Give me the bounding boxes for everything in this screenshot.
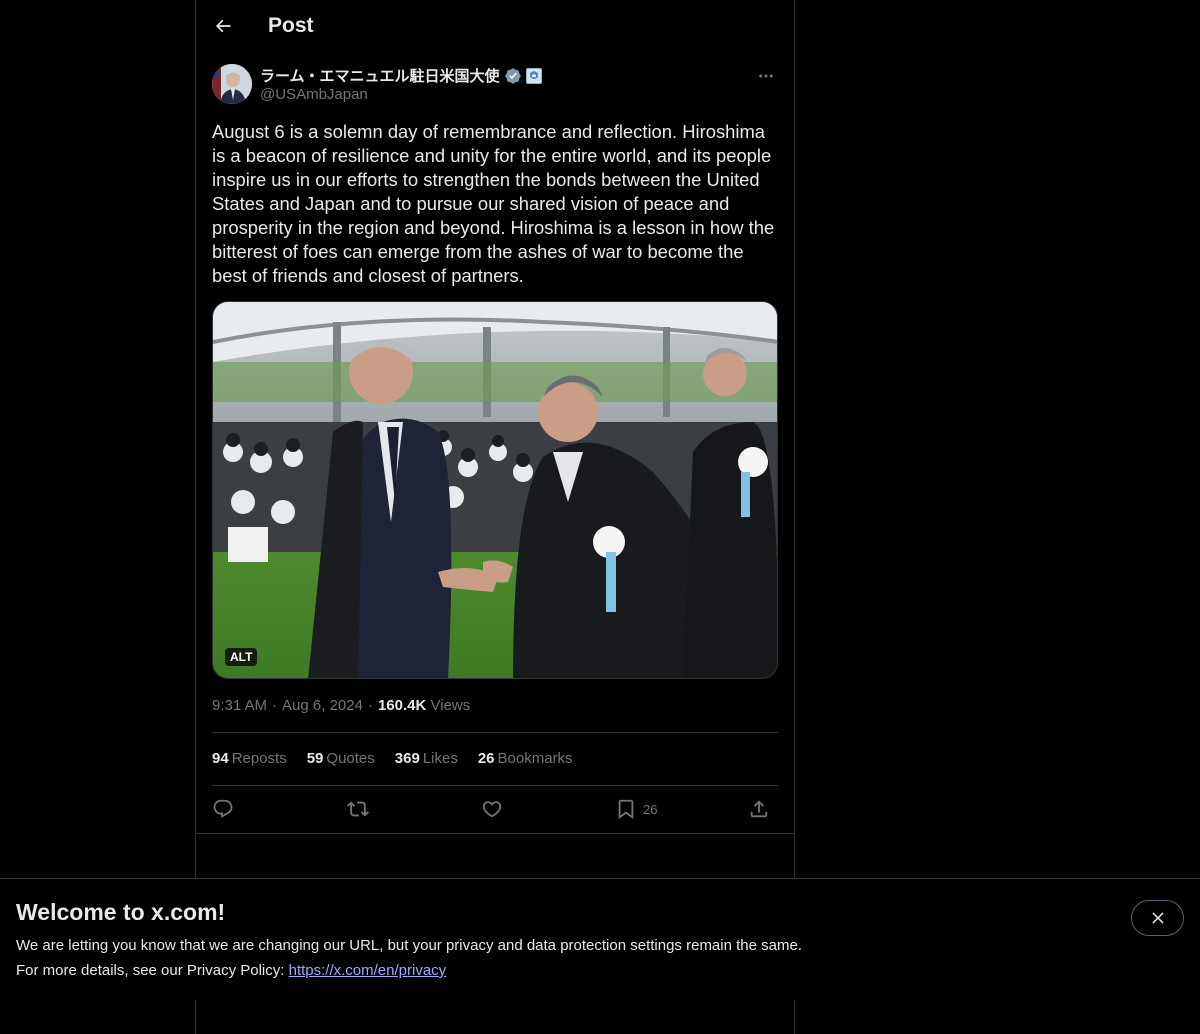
views-count: 160.4K [377, 697, 427, 714]
action-bar: 26 [212, 795, 778, 823]
stat-likes[interactable]: 369 Likes [395, 750, 458, 767]
author-display-name[interactable]: ラーム・エマニュエル駐日米国大使 [260, 65, 500, 86]
reply-icon [213, 799, 233, 818]
post-photo[interactable]: ALT [212, 301, 778, 679]
banner-policy-line: For more details, see our Privacy Policy… [16, 962, 446, 979]
more-icon [759, 74, 773, 78]
close-icon [1151, 912, 1164, 924]
author-handle[interactable]: @USAmbJapan [260, 86, 368, 103]
photo-image [213, 302, 777, 678]
more-button[interactable] [754, 64, 778, 88]
repost-button[interactable] [347, 795, 369, 823]
separator: · [367, 697, 373, 714]
post-author: ラーム・エマニュエル駐日米国大使 @USAmbJapan [212, 64, 778, 108]
share-icon [750, 800, 768, 818]
reply-button[interactable] [212, 795, 234, 823]
repost-icon [347, 801, 369, 817]
post-stats: 94 Reposts 59 Quotes 369 Likes 26 Bookmarks [212, 750, 573, 767]
like-button[interactable] [481, 795, 503, 823]
post-bottom-border [196, 833, 794, 834]
back-arrow-icon [215, 19, 231, 33]
banner-title: Welcome to x.com! [16, 899, 226, 925]
post-metadata: 9:31 AM · Aug 6, 2024 · 160.4K Views [212, 697, 470, 714]
welcome-banner: Welcome to x.com! We are letting you kno… [0, 878, 1200, 1000]
bookmark-icon [618, 799, 634, 820]
divider [212, 732, 778, 733]
government-affiliation-icon [525, 67, 542, 84]
author-name-row[interactable]: ラーム・エマニュエル駐日米国大使 [260, 65, 542, 86]
bookmark-count: 26 [643, 801, 658, 817]
post-header: Post [196, 0, 794, 54]
banner-message: We are letting you know that we are chan… [16, 937, 802, 954]
close-banner-button[interactable] [1131, 900, 1184, 936]
alt-text-badge[interactable]: ALT [225, 648, 258, 666]
views-label: Views [430, 697, 471, 714]
bookmark-button[interactable]: 26 [615, 795, 657, 823]
page-title: Post [268, 14, 314, 37]
separator: · [272, 697, 278, 714]
post-text: August 6 is a solemn day of remembrance … [212, 121, 775, 286]
share-button[interactable] [748, 795, 770, 823]
back-button[interactable] [206, 9, 240, 43]
post-time[interactable]: 9:31 AM [212, 697, 267, 714]
divider [212, 785, 778, 786]
stat-reposts[interactable]: 94 Reposts [212, 750, 287, 767]
like-icon [482, 801, 502, 818]
banner-policy-prefix: For more details, see our Privacy Policy… [16, 962, 285, 979]
privacy-policy-link[interactable]: https://x.com/en/privacy [289, 962, 447, 979]
post-date[interactable]: Aug 6, 2024 [282, 697, 363, 714]
stat-bookmarks[interactable]: 26 Bookmarks [478, 750, 573, 767]
avatar[interactable] [212, 64, 252, 104]
stat-quotes[interactable]: 59 Quotes [307, 750, 375, 767]
verified-badge-icon [504, 67, 521, 84]
